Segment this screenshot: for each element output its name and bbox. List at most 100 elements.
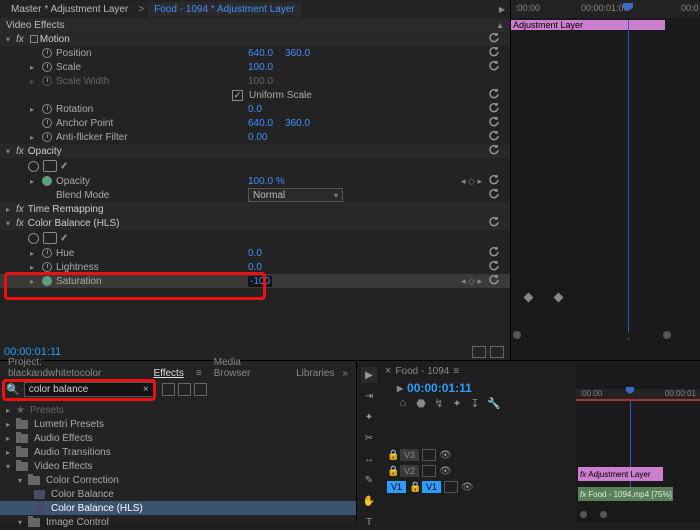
sequence-timecode[interactable]: 00:00:01:11 xyxy=(397,381,472,395)
tree-item-video-effects[interactable]: ▾Video Effects xyxy=(0,459,356,473)
saturation-row[interactable]: ▸ Saturation -100 ◂ ◇ ▸ xyxy=(0,274,510,288)
filter-icon[interactable] xyxy=(178,383,191,396)
scale-row[interactable]: ▸ Scale 100.0 xyxy=(0,60,510,74)
saturation-value[interactable]: -100 xyxy=(248,276,272,287)
tab-effects[interactable]: Effects xyxy=(145,368,191,379)
effect-color-balance-header[interactable]: ▾fx Color Balance (HLS) xyxy=(0,216,510,230)
tree-item-lumetri[interactable]: ▸Lumetri Presets xyxy=(0,417,356,431)
reset-icon[interactable] xyxy=(488,116,502,130)
pen-mask-icon[interactable] xyxy=(61,232,73,244)
flicker-value[interactable]: 0.00 xyxy=(248,132,267,143)
pen-mask-icon[interactable] xyxy=(61,160,73,172)
overflow-icon[interactable]: » xyxy=(342,368,356,379)
rotation-row[interactable]: ▸ Rotation 0.0 xyxy=(0,102,510,116)
tab-menu-icon[interactable]: ≡ xyxy=(453,366,459,377)
keyframe-nav[interactable]: ◂ ◇ ▸ xyxy=(461,276,482,287)
sequence-ruler[interactable]: :00:00 00:00:01 xyxy=(576,389,700,401)
playhead-icon[interactable] xyxy=(626,387,634,397)
reset-icon[interactable] xyxy=(488,216,502,230)
filter-icon[interactable] xyxy=(194,383,207,396)
sequence-scrollbar[interactable] xyxy=(580,512,690,518)
rect-mask-icon[interactable] xyxy=(43,232,57,244)
clip-food-video[interactable]: fxFood - 1094.mp4 [75%] xyxy=(578,487,673,501)
stopwatch-icon[interactable] xyxy=(42,118,52,128)
hue-value[interactable]: 0.0 xyxy=(248,248,262,259)
razor-tool-icon[interactable]: ✂ xyxy=(361,430,377,446)
snap-icon[interactable]: ⌂ xyxy=(397,397,409,409)
effects-search-input[interactable]: color balance × xyxy=(24,382,154,397)
effect-time-remap-header[interactable]: ▸fx Time Remapping xyxy=(0,202,510,216)
clip-adjustment-layer[interactable]: fxAdjustment Layer xyxy=(578,467,663,481)
breadcrumb-clip[interactable]: Food - 1094 * Adjustment Layer xyxy=(148,2,301,17)
track-v3[interactable]: 🔒V3👁 xyxy=(387,447,531,463)
header-toggle-icon[interactable]: ▲ xyxy=(496,21,504,30)
opacity-row[interactable]: ▸ Opacity 100.0 % ◂ ◇ ▸ xyxy=(0,174,510,188)
position-y[interactable]: 360.0 xyxy=(285,48,310,59)
breadcrumb-master[interactable]: Master * Adjustment Layer xyxy=(5,2,134,17)
stopwatch-active-icon[interactable] xyxy=(42,176,52,186)
keyframe-icon[interactable] xyxy=(524,292,534,302)
link-icon[interactable]: ↯ xyxy=(433,397,445,409)
tree-item-presets[interactable]: ▸★Presets xyxy=(0,403,356,417)
rect-mask-icon[interactable] xyxy=(43,160,57,172)
tree-item-image-control[interactable]: ▾Image Control xyxy=(0,515,356,529)
reset-icon[interactable] xyxy=(488,260,502,274)
footer-icon[interactable] xyxy=(490,346,504,358)
clear-search-icon[interactable]: × xyxy=(143,384,149,395)
footer-icon[interactable] xyxy=(472,346,486,358)
keyframe-nav[interactable]: ◂ ◇ ▸ xyxy=(461,176,482,187)
filter-icon[interactable] xyxy=(162,383,175,396)
tree-item-audio-transitions[interactable]: ▸Audio Transitions xyxy=(0,445,356,459)
stopwatch-icon[interactable] xyxy=(42,104,52,114)
pen-tool-icon[interactable]: ✎ xyxy=(361,472,377,488)
ellipse-mask-icon[interactable] xyxy=(28,233,39,244)
reset-icon[interactable] xyxy=(488,88,502,102)
sequence-title[interactable]: Food - 1094 xyxy=(395,366,449,377)
anchor-y[interactable]: 360.0 xyxy=(285,118,310,129)
tab-menu-icon[interactable]: ≡ xyxy=(192,368,206,379)
track-v2[interactable]: 🔒V2👁 xyxy=(387,463,531,479)
tab-media-browser[interactable]: Media Browser xyxy=(206,357,288,379)
timeline-ruler[interactable]: :00:00 00:00:01:00 00:0 xyxy=(511,0,700,18)
flicker-row[interactable]: ▸ Anti-flicker Filter 0.00 xyxy=(0,130,510,144)
hue-row[interactable]: ▸ Hue 0.0 xyxy=(0,246,510,260)
tab-libraries[interactable]: Libraries xyxy=(288,368,342,379)
ripple-tool-icon[interactable]: ✦ xyxy=(361,409,377,425)
track-v1[interactable]: V1🔒V1👁 xyxy=(387,479,531,495)
position-row[interactable]: Position 640.0360.0 xyxy=(0,46,510,60)
play-icon[interactable]: ▶ xyxy=(499,5,505,14)
reset-icon[interactable] xyxy=(488,144,502,158)
reset-icon[interactable] xyxy=(488,32,502,46)
blend-mode-select[interactable]: Normal▾ xyxy=(248,188,343,202)
stopwatch-icon[interactable] xyxy=(42,132,52,142)
playhead-icon[interactable] xyxy=(623,3,633,13)
blend-mode-row[interactable]: Blend Mode Normal▾ xyxy=(0,188,510,202)
opacity-value[interactable]: 100.0 % xyxy=(248,176,285,187)
stopwatch-active-icon[interactable] xyxy=(42,276,52,286)
effect-motion-header[interactable]: ▾fx Motion xyxy=(0,32,510,46)
settings-icon[interactable]: ✦ xyxy=(451,397,463,409)
lightness-row[interactable]: ▸ Lightness 0.0 xyxy=(0,260,510,274)
stopwatch-icon[interactable] xyxy=(42,62,52,72)
position-x[interactable]: 640.0 xyxy=(248,48,273,59)
tree-item-color-balance[interactable]: Color Balance xyxy=(0,487,356,501)
rotation-value[interactable]: 0.0 xyxy=(248,104,262,115)
uniform-scale-row[interactable]: ✓Uniform Scale xyxy=(0,88,510,102)
reset-icon[interactable] xyxy=(488,102,502,116)
reset-icon[interactable] xyxy=(488,130,502,144)
effect-opacity-header[interactable]: ▾fx Opacity xyxy=(0,144,510,158)
timeline-scrollbar[interactable] xyxy=(517,332,667,338)
stopwatch-icon[interactable] xyxy=(42,48,52,58)
track-select-tool-icon[interactable]: ⇥ xyxy=(361,388,377,404)
anchor-row[interactable]: Anchor Point 640.0360.0 xyxy=(0,116,510,130)
stopwatch-icon[interactable] xyxy=(42,262,52,272)
adjustment-layer-track[interactable]: Adjustment Layer xyxy=(511,20,665,30)
hand-tool-icon[interactable]: ✋ xyxy=(361,493,377,509)
tab-project[interactable]: Project: blackandwhitetocolor xyxy=(0,357,145,379)
ellipse-mask-icon[interactable] xyxy=(28,161,39,172)
stopwatch-icon[interactable] xyxy=(42,248,52,258)
reset-icon[interactable] xyxy=(488,174,502,188)
marker-add-icon[interactable]: ↧ xyxy=(469,397,481,409)
reset-icon[interactable] xyxy=(488,46,502,60)
keyframe-icon[interactable] xyxy=(554,292,564,302)
